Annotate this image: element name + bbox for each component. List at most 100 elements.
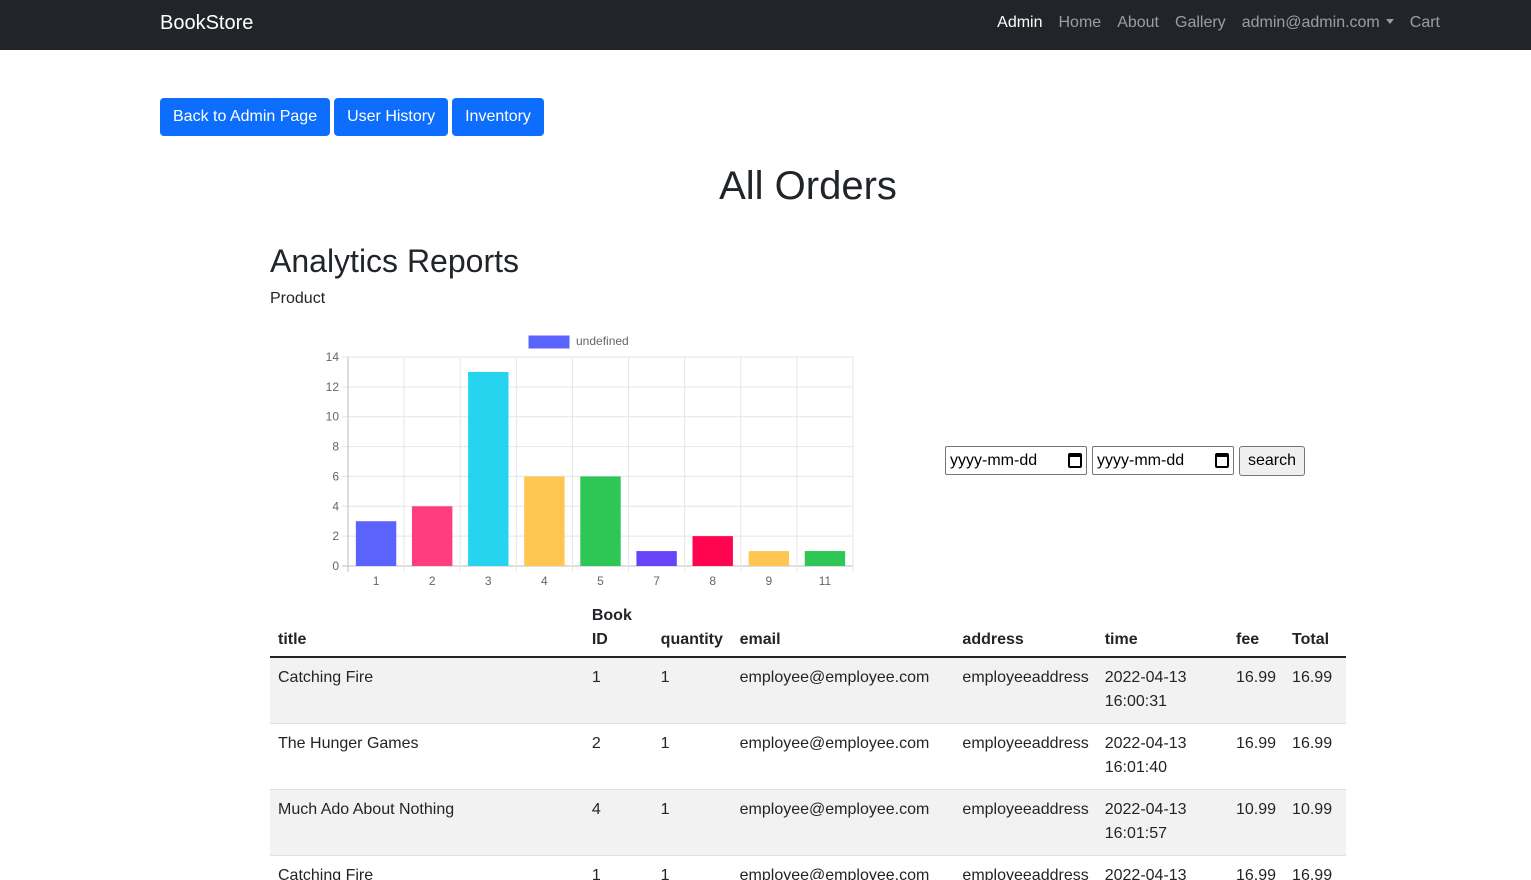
header-book-id-line2: ID bbox=[591, 631, 608, 648]
cell-total: 16.99 bbox=[1284, 723, 1346, 790]
cell-date: 2022-04-13 bbox=[1104, 735, 1187, 752]
nav-links: Admin Home About Gallery admin@admin.com… bbox=[989, 13, 1448, 33]
cell-address: employeeaddress bbox=[954, 855, 1097, 880]
bar bbox=[692, 536, 733, 566]
bar bbox=[804, 551, 846, 566]
y-tick-label: 0 bbox=[332, 559, 339, 573]
table-row: Much Ado About Nothing 4 1 employee@empl… bbox=[270, 789, 1346, 856]
nav-admin-link[interactable]: Admin bbox=[989, 13, 1050, 33]
cell-total: 16.99 bbox=[1284, 855, 1346, 880]
cell-fee: 16.99 bbox=[1228, 723, 1285, 790]
cell-book-id: 1 bbox=[583, 657, 653, 724]
cell-email: employee@employee.com bbox=[731, 789, 955, 856]
header-email: email bbox=[731, 600, 955, 658]
header-total: Total bbox=[1284, 600, 1346, 658]
legend-label: undefined bbox=[576, 334, 629, 348]
y-tick-label: 2 bbox=[332, 529, 339, 543]
user-email: admin@admin.com bbox=[1241, 14, 1380, 31]
start-date-input[interactable]: yyyy-mm-dd bbox=[945, 446, 1087, 475]
end-date-input[interactable]: yyyy-mm-dd bbox=[1092, 446, 1234, 475]
bar bbox=[468, 371, 509, 566]
header-fee: fee bbox=[1228, 600, 1285, 658]
calendar-icon[interactable] bbox=[1215, 453, 1229, 468]
calendar-icon[interactable] bbox=[1068, 453, 1082, 468]
cell-email: employee@employee.com bbox=[731, 723, 955, 790]
brand-link[interactable]: BookStore bbox=[160, 11, 253, 35]
x-tick-label: 5 bbox=[597, 574, 604, 588]
nav-home-link[interactable]: Home bbox=[1051, 13, 1110, 33]
cell-title: Much Ado About Nothing bbox=[270, 789, 584, 856]
orders-table: title Book ID quantity email address time… bbox=[270, 600, 1346, 880]
user-history-button[interactable]: User History bbox=[334, 98, 449, 136]
y-tick-label: 8 bbox=[332, 440, 339, 454]
page-title: All Orders bbox=[719, 164, 897, 208]
cell-date: 2022-04-13 bbox=[1104, 669, 1187, 686]
cell-email: employee@employee.com bbox=[731, 657, 955, 724]
cell-address: employeeaddress bbox=[954, 723, 1097, 790]
bar bbox=[411, 506, 453, 566]
cell-address: employeeaddress bbox=[954, 657, 1097, 724]
x-tick-label: 8 bbox=[709, 574, 716, 588]
header-book-id: Book ID bbox=[583, 600, 653, 658]
cell-title: Catching Fire bbox=[270, 657, 584, 724]
cell-address: employeeaddress bbox=[954, 789, 1097, 856]
cell-fee: 16.99 bbox=[1228, 657, 1285, 724]
y-tick-label: 14 bbox=[326, 350, 340, 364]
cell-title: The Hunger Games bbox=[270, 723, 584, 790]
bar bbox=[524, 476, 565, 566]
cell-quantity: 1 bbox=[652, 723, 732, 790]
navbar: BookStore Admin Home About Gallery admin… bbox=[0, 0, 1531, 50]
cell-clock: 16:01:40 bbox=[1104, 759, 1167, 776]
cell-email: employee@employee.com bbox=[731, 855, 955, 880]
cell-time: 2022-04-13 16:00:31 bbox=[1096, 657, 1228, 724]
inventory-button[interactable]: Inventory bbox=[452, 98, 544, 136]
cell-clock: 16:01:57 bbox=[1104, 825, 1167, 842]
cell-date: 2022-04-13 bbox=[1104, 801, 1187, 818]
user-dropdown[interactable]: admin@admin.com bbox=[1234, 13, 1402, 33]
table-header-row: title Book ID quantity email address time… bbox=[270, 600, 1346, 658]
nav-cart-link[interactable]: Cart bbox=[1402, 13, 1448, 33]
cell-book-id: 2 bbox=[583, 723, 653, 790]
cell-book-id: 4 bbox=[583, 789, 653, 856]
start-date-placeholder: yyyy-mm-dd bbox=[950, 451, 1038, 469]
x-tick-label: 2 bbox=[429, 574, 436, 588]
product-bar-chart: 024681012141 2 3 4 5 7 8 9 11undefined bbox=[326, 334, 854, 588]
search-button[interactable]: search bbox=[1239, 446, 1306, 476]
y-tick-label: 10 bbox=[326, 410, 340, 424]
end-date-placeholder: yyyy-mm-dd bbox=[1097, 451, 1185, 469]
x-tick-label: 4 bbox=[541, 574, 548, 588]
cell-title: Catching Fire bbox=[270, 855, 584, 880]
date-filter: yyyy-mm-dd yyyy-mm-dd search bbox=[945, 446, 1306, 476]
x-tick-label: 9 bbox=[765, 574, 772, 588]
bar bbox=[355, 521, 397, 566]
cell-time: 2022-04-13 16:01:57 bbox=[1096, 789, 1228, 856]
cell-total: 16.99 bbox=[1284, 657, 1346, 724]
legend-swatch bbox=[528, 335, 570, 349]
bar bbox=[636, 551, 677, 566]
cell-quantity: 1 bbox=[652, 855, 732, 880]
cell-quantity: 1 bbox=[652, 789, 732, 856]
cell-time: 2022-04-13 16:01:40 bbox=[1096, 723, 1228, 790]
cell-quantity: 1 bbox=[652, 657, 732, 724]
table-row: The Hunger Games 2 1 employee@employee.c… bbox=[270, 723, 1346, 790]
header-address: address bbox=[954, 600, 1097, 658]
header-quantity: quantity bbox=[652, 600, 732, 658]
table-row: Catching Fire 1 1 employee@employee.com … bbox=[270, 657, 1346, 724]
cell-book-id: 1 bbox=[583, 855, 653, 880]
y-tick-label: 4 bbox=[332, 499, 339, 513]
header-title: title bbox=[270, 600, 584, 658]
x-tick-label: 11 bbox=[819, 574, 832, 588]
section-subtitle: Product bbox=[270, 290, 326, 307]
bar bbox=[748, 551, 790, 566]
header-book-id-line1: Book bbox=[591, 607, 632, 624]
nav-gallery-link[interactable]: Gallery bbox=[1167, 13, 1234, 33]
x-tick-label: 3 bbox=[485, 574, 492, 588]
nav-about-link[interactable]: About bbox=[1109, 13, 1167, 33]
cell-time: 2022-04-13 bbox=[1096, 855, 1228, 880]
cell-total: 10.99 bbox=[1284, 789, 1346, 856]
cell-fee: 10.99 bbox=[1228, 789, 1285, 856]
cell-clock: 16:00:31 bbox=[1104, 693, 1167, 710]
back-to-admin-button[interactable]: Back to Admin Page bbox=[160, 98, 331, 136]
y-tick-label: 12 bbox=[326, 380, 340, 394]
cell-date: 2022-04-13 bbox=[1104, 867, 1187, 880]
